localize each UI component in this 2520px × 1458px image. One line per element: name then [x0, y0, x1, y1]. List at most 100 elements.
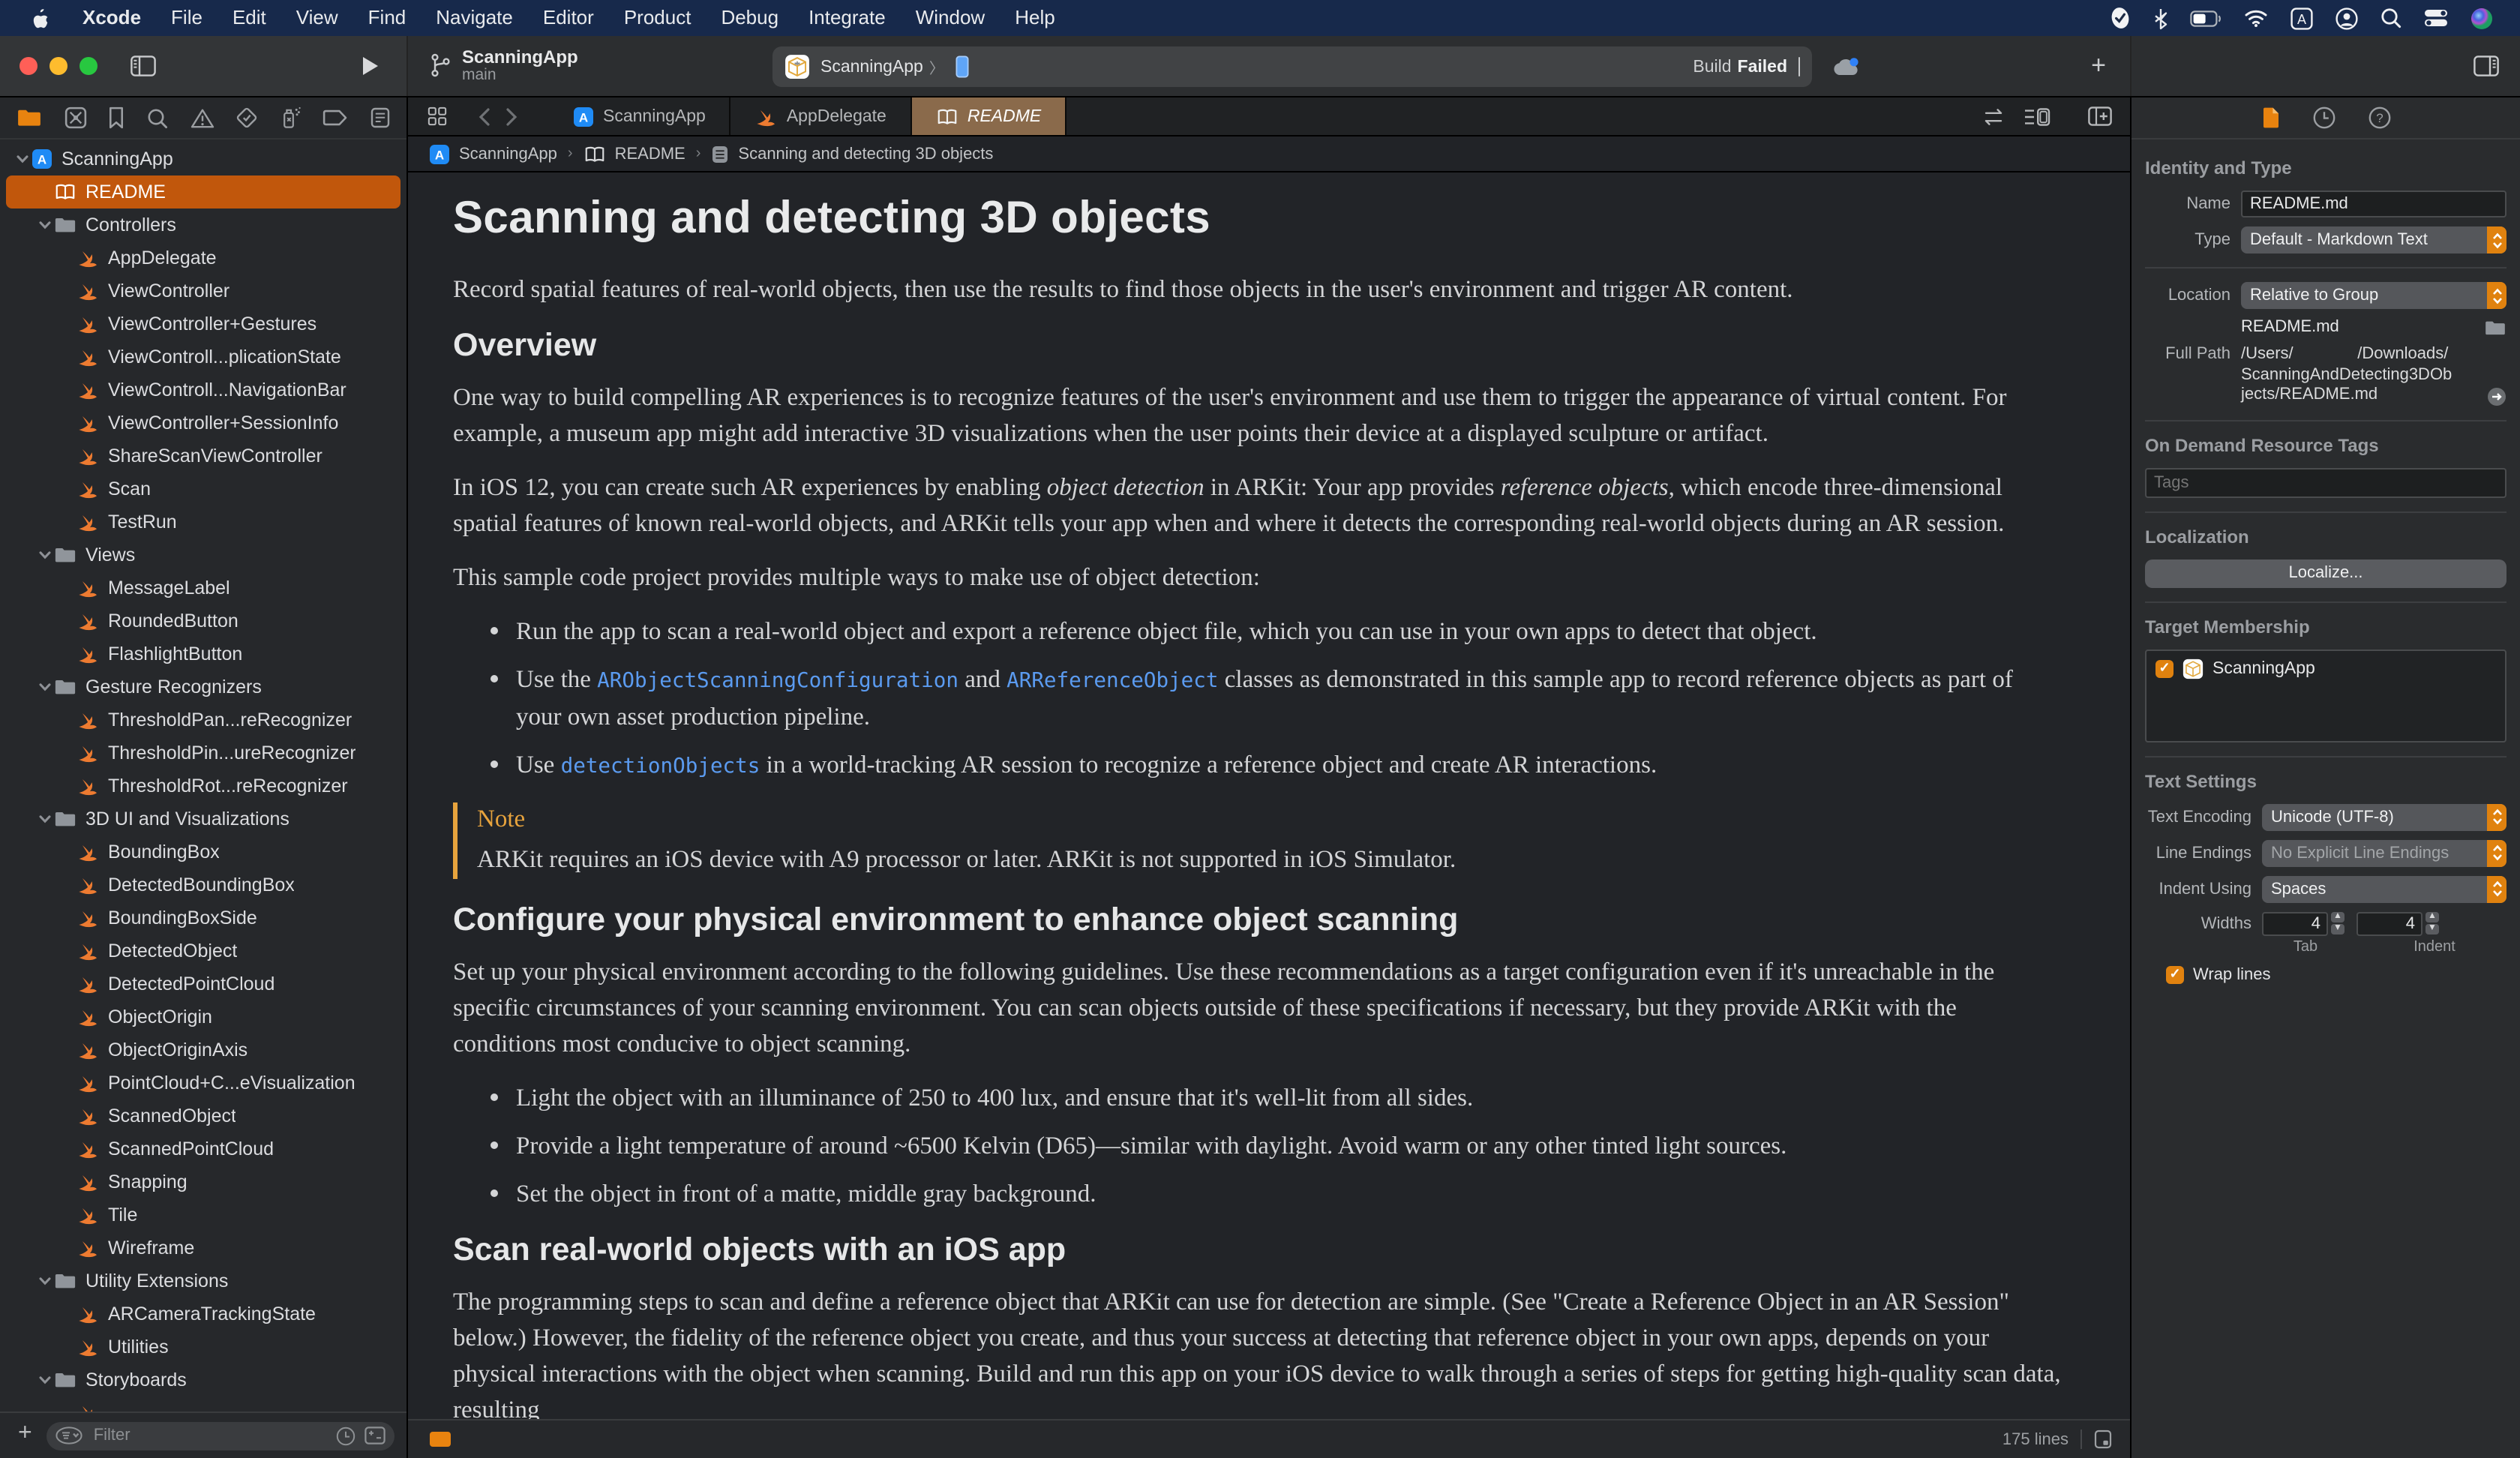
- menu-find[interactable]: Find: [353, 6, 422, 28]
- tab-width-field[interactable]: [2262, 911, 2328, 935]
- editor-tab-readme[interactable]: README: [912, 98, 1066, 135]
- chev-down-icon[interactable]: [37, 548, 52, 562]
- tree-row-viewcontroller[interactable]: ViewController: [6, 274, 400, 308]
- tree-row-detectedboundingbox[interactable]: DetectedBoundingBox: [6, 868, 400, 902]
- siri-icon[interactable]: [2470, 7, 2493, 29]
- indent-width-stepper[interactable]: ▲▼: [2356, 911, 2439, 935]
- add-button[interactable]: +: [2091, 51, 2106, 81]
- type-dropdown[interactable]: Default - Markdown Text: [2241, 226, 2506, 254]
- code-link[interactable]: ARObjectScanningConfiguration: [597, 669, 958, 693]
- tree-row-detectedobject[interactable]: DetectedObject: [6, 934, 400, 968]
- battery-icon[interactable]: [2190, 10, 2222, 26]
- source-control-summary[interactable]: ScanningApp main: [429, 47, 578, 84]
- menu-view[interactable]: View: [281, 6, 353, 28]
- tree-row-detectedpointcloud[interactable]: DetectedPointCloud: [6, 968, 400, 1000]
- editor-tab-appdelegate[interactable]: AppDelegate: [731, 98, 912, 135]
- tree-row-tile[interactable]: Tile: [6, 1198, 400, 1232]
- chev-down-icon[interactable]: [37, 812, 52, 826]
- control-center-icon[interactable]: [2424, 9, 2448, 27]
- zoom-window-button[interactable]: [80, 57, 98, 75]
- tree-row-roundedbutton[interactable]: RoundedButton: [6, 604, 400, 638]
- close-window-button[interactable]: [20, 57, 38, 75]
- wifi-icon[interactable]: [2244, 9, 2268, 27]
- tree-row-pointcloud-c-evisualization[interactable]: PointCloud+C...eVisualization: [6, 1066, 400, 1100]
- swap-editor-icon[interactable]: [1982, 107, 2006, 125]
- code-link[interactable]: ARReferenceObject: [1006, 669, 1218, 693]
- tree-row-testrun[interactable]: TestRun: [6, 506, 400, 538]
- editor-mode-icon[interactable]: [2094, 1430, 2112, 1449]
- chev-down-icon[interactable]: [37, 218, 52, 232]
- breadcrumb-item[interactable]: ScanningApp: [459, 145, 557, 163]
- menu-xcode[interactable]: Xcode: [68, 6, 156, 28]
- mini-stepper-icon[interactable]: ▲▼: [2331, 912, 2344, 934]
- menu-window[interactable]: Window: [901, 6, 1000, 28]
- tree-row-messagelabel[interactable]: MessageLabel: [6, 572, 400, 604]
- chev-down-icon[interactable]: [37, 1372, 52, 1388]
- tree-row-gesture-recognizers[interactable]: Gesture Recognizers: [6, 670, 400, 704]
- toggle-navigator-icon[interactable]: [130, 56, 156, 76]
- tree-row-appdelegate[interactable]: AppDelegate: [6, 242, 400, 274]
- menu-integrate[interactable]: Integrate: [794, 6, 901, 28]
- tree-row-views[interactable]: Views: [6, 538, 400, 572]
- destination-iphone-icon[interactable]: [956, 56, 970, 78]
- nav-tab-debug-navigator[interactable]: [280, 106, 302, 129]
- menu-help[interactable]: Help: [1000, 6, 1070, 28]
- related-items-icon[interactable]: [428, 106, 447, 126]
- recent-filter-icon[interactable]: [336, 1426, 356, 1445]
- nav-tab-report-navigator[interactable]: [370, 106, 390, 129]
- tree-row-readme[interactable]: README: [6, 176, 400, 208]
- menu-editor[interactable]: Editor: [528, 6, 609, 28]
- tree-row-viewcontroll-navigationbar[interactable]: ViewControll...NavigationBar: [6, 374, 400, 406]
- menu-navigate[interactable]: Navigate: [421, 6, 528, 28]
- toggle-inspector-icon[interactable]: [2474, 56, 2499, 76]
- open-path-arrow-icon[interactable]: [2487, 386, 2506, 406]
- tree-row-scan[interactable]: Scan: [6, 472, 400, 506]
- tree-row-3d-ui-and-visualizations[interactable]: 3D UI and Visualizations: [6, 802, 400, 836]
- breadcrumb-item[interactable]: Scanning and detecting 3D objects: [738, 145, 993, 163]
- tab-width-stepper[interactable]: ▲▼: [2262, 911, 2344, 935]
- check-pill-icon[interactable]: [2109, 6, 2132, 30]
- bluetooth-icon[interactable]: [2154, 7, 2168, 29]
- tags-field[interactable]: [2145, 467, 2506, 497]
- tree-row-objectorigin[interactable]: ObjectOrigin: [6, 1000, 400, 1034]
- tree-row-viewcontroller-sessioninfo[interactable]: ViewController+SessionInfo: [6, 406, 400, 440]
- target-checkbox[interactable]: ✓: [2156, 659, 2174, 677]
- choose-location-folder-icon[interactable]: [2484, 319, 2506, 335]
- help-inspector-icon[interactable]: ?: [2368, 106, 2390, 129]
- wrap-lines-checkbox[interactable]: ✓: [2166, 965, 2184, 983]
- tree-row-controllers[interactable]: Controllers: [6, 208, 400, 242]
- run-button[interactable]: [362, 56, 380, 76]
- nav-tab-test-navigator[interactable]: [236, 106, 258, 129]
- indent-using-dropdown[interactable]: Spaces: [2262, 875, 2506, 902]
- user-account-icon[interactable]: [2336, 7, 2358, 29]
- mini-stepper-icon[interactable]: ▲▼: [2426, 912, 2439, 934]
- tree-row-viewcontroller-gestures[interactable]: ViewController+Gestures: [6, 308, 400, 340]
- tree-row[interactable]: [6, 1396, 400, 1412]
- tree-row-arcameratrackingstate[interactable]: ARCameraTrackingState: [6, 1298, 400, 1330]
- tree-row-objectoriginaxis[interactable]: ObjectOriginAxis: [6, 1034, 400, 1066]
- input-source-icon[interactable]: A: [2290, 7, 2313, 29]
- filter-field[interactable]: Filter: [47, 1421, 394, 1450]
- chev-down-icon[interactable]: [37, 680, 52, 694]
- chev-down-icon[interactable]: [37, 1274, 52, 1288]
- breadcrumb-item[interactable]: README: [615, 145, 686, 163]
- text-encoding-dropdown[interactable]: Unicode (UTF-8): [2262, 803, 2506, 830]
- tree-row-wireframe[interactable]: Wireframe: [6, 1232, 400, 1264]
- file-inspector-icon[interactable]: [2261, 106, 2279, 129]
- nav-tab-find-navigator[interactable]: [147, 107, 168, 128]
- tree-row-flashlightbutton[interactable]: FlashlightButton: [6, 638, 400, 670]
- indent-width-field[interactable]: [2356, 911, 2422, 935]
- tree-row-utilities[interactable]: Utilities: [6, 1330, 400, 1364]
- apple-menu-icon[interactable]: [0, 7, 68, 29]
- location-dropdown[interactable]: Relative to Group: [2241, 282, 2506, 309]
- editor-options-icon[interactable]: [2024, 107, 2050, 125]
- back-chevron-icon[interactable]: [478, 107, 490, 125]
- tree-row-boundingbox[interactable]: BoundingBox: [6, 836, 400, 868]
- name-field[interactable]: [2241, 190, 2506, 218]
- tree-row-scannedobject[interactable]: ScannedObject: [6, 1100, 400, 1132]
- tree-row-thresholdpin-urerecognizer[interactable]: ThresholdPin...ureRecognizer: [6, 736, 400, 770]
- forward-chevron-icon[interactable]: [506, 107, 518, 125]
- tree-row-scannedpointcloud[interactable]: ScannedPointCloud: [6, 1132, 400, 1166]
- menu-product[interactable]: Product: [609, 6, 706, 28]
- nav-tab-breakpoint-navigator[interactable]: [323, 110, 349, 126]
